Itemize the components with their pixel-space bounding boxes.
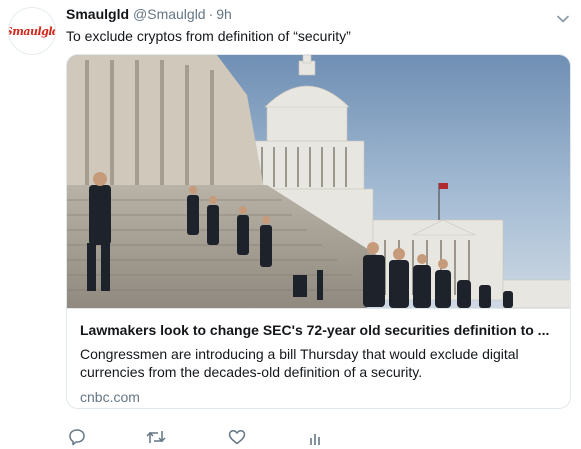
card-image — [67, 55, 570, 308]
author-handle[interactable]: @Smaulgld — [133, 6, 206, 22]
card-body[interactable]: Lawmakers look to change SEC's 72-year o… — [67, 308, 570, 406]
card-domain: cnbc.com — [80, 389, 140, 405]
analytics-icon — [310, 434, 320, 445]
link-card[interactable]: Lawmakers look to change SEC's 72-year o… — [66, 54, 571, 409]
tweet-timestamp[interactable]: 9h — [216, 6, 232, 22]
retweet-icon — [146, 431, 166, 443]
author-name[interactable]: Smaulgld — [66, 6, 129, 22]
card-description: Congressmen are introducing a bill Thurs… — [80, 346, 519, 380]
separator-dot: · — [208, 6, 214, 22]
retweet-button[interactable] — [146, 428, 166, 449]
chevron-down-icon — [557, 15, 569, 23]
reply-icon — [69, 429, 85, 446]
like-button[interactable] — [228, 428, 246, 449]
avatar-logo-text: Smaulgld — [8, 24, 55, 38]
card-title[interactable]: Lawmakers look to change SEC's 72-year o… — [80, 321, 560, 340]
tweet-actions — [66, 428, 386, 449]
tweet-text: To exclude cryptos from definition of “s… — [66, 28, 351, 44]
reply-button[interactable] — [68, 428, 86, 449]
tweet-header: Smaulgld @Smaulgld · 9h — [66, 6, 232, 24]
analytics-button[interactable] — [308, 428, 324, 449]
avatar[interactable]: Smaulgld — [8, 7, 56, 55]
like-icon — [228, 430, 246, 445]
more-options-button[interactable] — [557, 10, 569, 28]
